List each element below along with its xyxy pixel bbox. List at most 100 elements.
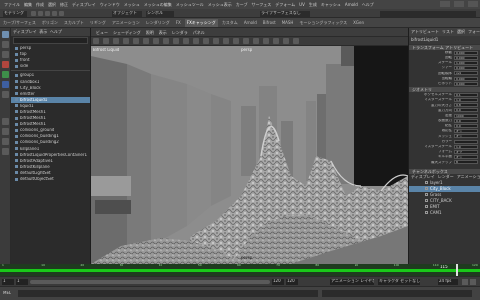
- viewport-menu-1[interactable]: シェーディング: [113, 28, 141, 37]
- layer-visibility-toggle[interactable]: [425, 211, 428, 215]
- menu-item-9[interactable]: メッシュツール: [176, 0, 204, 9]
- mel-label[interactable]: MEL: [3, 291, 11, 295]
- new-scene-icon[interactable]: [31, 11, 36, 16]
- transform-section-header[interactable]: トランスフォーム アトリビュート: [409, 45, 480, 50]
- viewport-menu-5[interactable]: パネル: [193, 28, 205, 37]
- open-scene-icon[interactable]: [38, 11, 43, 16]
- shadows-icon[interactable]: [203, 38, 209, 44]
- outliner-search-input[interactable]: [13, 37, 88, 44]
- attr-tab-1[interactable]: リスト: [442, 29, 454, 34]
- undo-icon[interactable]: [52, 11, 57, 16]
- outliner-layout-icon[interactable]: [2, 148, 9, 155]
- shelf-tab-6[interactable]: FX: [174, 19, 183, 27]
- attr-field-value[interactable]: 0.1: [454, 92, 478, 97]
- character-set-menu[interactable]: キャラクタ セットなし: [378, 279, 420, 285]
- menu-item-0[interactable]: ファイル: [4, 0, 20, 9]
- viewport-menu-3[interactable]: 表示: [159, 28, 167, 37]
- attr-field-value[interactable]: 8: [454, 160, 478, 165]
- attr-field-value[interactable]: 1000: [454, 113, 478, 118]
- status-icons[interactable]: [30, 11, 110, 17]
- backface-icon[interactable]: [263, 38, 269, 44]
- menu-item-2[interactable]: 作成: [36, 0, 44, 9]
- move-tool-icon[interactable]: [2, 61, 9, 68]
- timeline[interactable]: 1 10 20 30 40 50 60 70 80 90 100 110 120 115: [0, 264, 480, 276]
- ambient-occlusion-icon[interactable]: [213, 38, 219, 44]
- timeline-playhead[interactable]: [456, 264, 458, 276]
- menu-item-13[interactable]: デフォーム: [275, 0, 295, 9]
- search-field[interactable]: [380, 11, 476, 17]
- outliner-menu-display[interactable]: ディスプレイ: [13, 29, 37, 34]
- viewport-menu-0[interactable]: ビュー: [96, 28, 108, 37]
- shelf-tab-0[interactable]: カーブ/サーフェス: [1, 19, 38, 27]
- viewport[interactable]: Bifrost Liquid persp persp: [91, 46, 408, 264]
- object-mode-field[interactable]: オブジェクト: [112, 11, 142, 17]
- shelf-tab-10[interactable]: Bifrost: [261, 19, 278, 27]
- range-start-inner[interactable]: 1: [16, 279, 28, 285]
- redo-icon[interactable]: [59, 11, 64, 16]
- attr-field-value[interactable]: 0.000: [454, 50, 478, 55]
- attr-field-value[interactable]: 1.0: [454, 144, 478, 149]
- mode-menu[interactable]: モデリング: [3, 11, 27, 17]
- attr-field-value[interactable]: xyz: [454, 71, 478, 76]
- shelf-tab-11[interactable]: MASH: [280, 19, 296, 27]
- menu-item-15[interactable]: 生成: [309, 0, 317, 9]
- shelf-tab-5[interactable]: レンダリング: [144, 19, 172, 27]
- attr-tab-2[interactable]: 選択: [457, 29, 465, 34]
- attr-field-value[interactable]: 0.0: [454, 108, 478, 113]
- resolution-gate-icon[interactable]: [153, 38, 159, 44]
- menu-item-8[interactable]: メッシュの編集: [144, 0, 172, 9]
- exposure-icon[interactable]: [273, 38, 279, 44]
- live-surface-field[interactable]: ライブサーフェスなし: [260, 11, 310, 17]
- outliner-item[interactable]: defaultObjectSet: [11, 176, 90, 182]
- select-tool-icon[interactable]: [2, 31, 9, 38]
- attr-field-value[interactable]: 0.0: [454, 124, 478, 129]
- attr-field-value[interactable]: 0.000: [454, 55, 478, 60]
- attr-tab-3[interactable]: フォーカス: [468, 29, 480, 34]
- viewport-menu-2[interactable]: 照明: [146, 28, 154, 37]
- layer-visibility-toggle[interactable]: [425, 193, 428, 197]
- save-scene-icon[interactable]: [45, 11, 50, 16]
- attr-field-value[interactable]: オン: [454, 129, 478, 134]
- wireframe-icon[interactable]: [163, 38, 169, 44]
- lasso-tool-icon[interactable]: [2, 41, 9, 48]
- attr-field-value[interactable]: オフ: [454, 149, 478, 154]
- range-bar[interactable]: [30, 280, 270, 284]
- shelf-tab-4[interactable]: アニメーション: [110, 19, 142, 27]
- four-pane-layout-icon[interactable]: [2, 128, 9, 135]
- shelf-tab-13[interactable]: XGen: [351, 19, 366, 27]
- symmetry-field[interactable]: シンボル: [146, 11, 174, 17]
- film-gate-icon[interactable]: [143, 38, 149, 44]
- layer-visibility-toggle[interactable]: [425, 181, 428, 185]
- layer-visibility-toggle[interactable]: [425, 187, 428, 191]
- attr-field-value[interactable]: 0.000: [454, 81, 478, 86]
- last-tool-icon[interactable]: [2, 91, 9, 98]
- attr-field-value[interactable]: [454, 139, 478, 144]
- close-button[interactable]: [468, 1, 478, 7]
- menu-item-4[interactable]: 修正: [60, 0, 68, 9]
- layer-visibility-toggle[interactable]: [425, 199, 428, 203]
- textured-icon[interactable]: [183, 38, 189, 44]
- menu-item-10[interactable]: メッシュ表示: [208, 0, 232, 9]
- attr-field-value[interactable]: 1.0: [454, 98, 478, 103]
- shelf-tab-3[interactable]: リギング: [88, 19, 108, 27]
- prefs-icon[interactable]: [470, 279, 476, 285]
- bookmark-icon[interactable]: [113, 38, 119, 44]
- menu-item-18[interactable]: ヘルプ: [362, 0, 374, 9]
- attr-field-value[interactable]: 0.0: [454, 118, 478, 123]
- menu-item-5[interactable]: ディスプレイ: [72, 0, 96, 9]
- viewport-menu-4[interactable]: レンダラ: [172, 28, 188, 37]
- menu-item-17[interactable]: Arnold: [345, 0, 358, 9]
- menu-item-3[interactable]: 選択: [48, 0, 56, 9]
- menu-item-7[interactable]: メッシュ: [124, 0, 140, 9]
- anim-layer-menu[interactable]: アニメーション レイヤなし: [330, 279, 374, 285]
- lighting-icon[interactable]: [193, 38, 199, 44]
- layer-visibility-toggle[interactable]: [425, 205, 428, 209]
- attr-field-value[interactable]: オン: [454, 134, 478, 139]
- menu-item-6[interactable]: ウィンドウ: [100, 0, 120, 9]
- xray-joints-icon[interactable]: [253, 38, 259, 44]
- menu-item-16[interactable]: キャッシュ: [321, 0, 341, 9]
- range-end-inner[interactable]: 120: [272, 279, 284, 285]
- scale-tool-icon[interactable]: [2, 81, 9, 88]
- attr-field-value[interactable]: 0.000: [454, 76, 478, 81]
- gamma-icon[interactable]: [283, 38, 289, 44]
